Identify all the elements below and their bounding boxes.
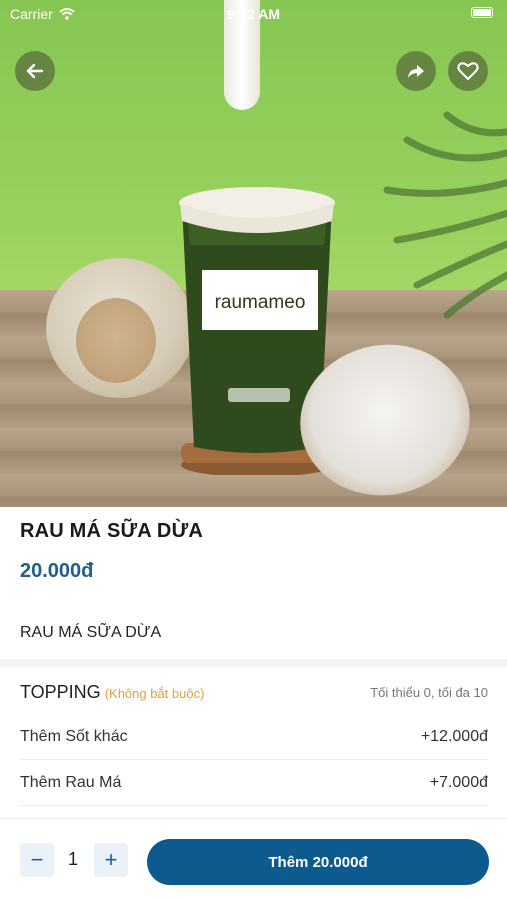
topping-label: TOPPING	[20, 682, 101, 702]
topping-optional-note: (Không bắt buộc)	[104, 686, 205, 701]
cup-brand-logo: raumameo	[215, 292, 306, 313]
bottom-action-bar: − 1 + Thêm 20.000đ	[0, 818, 507, 900]
share-arrow-icon	[408, 65, 424, 78]
product-price: 20.000đ	[20, 560, 94, 582]
status-bar: Carrier 9:42 AM	[0, 0, 507, 28]
back-button[interactable]	[15, 51, 55, 91]
product-description: RAU MÁ SỮA DỪA	[20, 624, 162, 641]
topping-option[interactable]: Thêm Rau Má +7.000đ	[20, 760, 488, 806]
topping-option-price: +12.000đ	[420, 727, 488, 745]
section-divider	[0, 659, 507, 667]
product-image: raumameo Carrier 9:42 AM	[0, 0, 507, 507]
topping-limit: Tối thiểu 0, tối đa 10	[370, 685, 488, 700]
arrow-left-icon	[26, 63, 44, 79]
whole-coconut	[46, 258, 194, 398]
topping-option[interactable]: Thêm Sốt khác +12.000đ	[20, 714, 488, 760]
clock: 9:42 AM	[226, 6, 281, 22]
favorite-button[interactable]	[448, 51, 488, 91]
quantity-value: 1	[67, 849, 78, 869]
add-to-cart-button[interactable]: Thêm 20.000đ	[147, 839, 489, 885]
battery-icon	[471, 7, 493, 18]
decrease-quantity-button[interactable]: −	[20, 843, 54, 877]
topping-option-price: +7.000đ	[429, 773, 488, 791]
palm-leaf-shadow	[383, 111, 507, 319]
topping-option-name: Thêm Rau Má	[20, 773, 122, 791]
topping-option-name: Thêm Sốt khác	[20, 727, 128, 745]
increase-quantity-button[interactable]: +	[94, 843, 128, 877]
topping-header: TOPPING (Không bắt buộc) Tối thiểu 0, tối…	[20, 682, 488, 706]
product-title: RAU MÁ SỮA DỪA	[20, 520, 204, 542]
heart-icon	[457, 62, 479, 80]
share-button[interactable]	[396, 51, 436, 91]
